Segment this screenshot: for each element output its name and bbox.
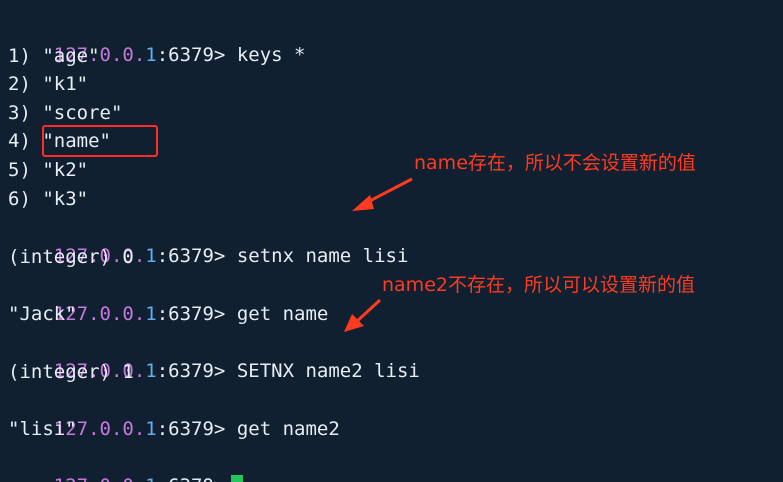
prompt-ip: 127.0.0. [54, 475, 146, 482]
terminal-line: 127.0.0.1:6379> [8, 444, 244, 482]
output-line: "lisi" [8, 418, 77, 440]
prompt-port: :6379> [156, 303, 226, 325]
terminal-line: 127.0.0.1:6379> get name2 [8, 387, 340, 440]
prompt-ip-last: 1 [145, 418, 157, 440]
terminal-line: 127.0.0.1:6379> keys * [8, 13, 306, 66]
output-line: (integer) 1 [8, 361, 134, 383]
command-text: get name2 [236, 418, 340, 440]
annotation-note-2: name2不存在，所以可以设置新的值 [382, 274, 695, 296]
arrow-icon [352, 177, 413, 211]
prompt-ip-last: 1 [145, 44, 157, 66]
output-line: 3) "score" [8, 102, 123, 124]
command-text: setnx name lisi [236, 245, 409, 267]
terminal-cursor[interactable] [231, 474, 244, 482]
prompt-port: :6379> [156, 44, 226, 66]
terminal-window[interactable]: 127.0.0.1:6379> keys * 1) "age" 2) "k1" … [0, 0, 783, 482]
output-line: "Jack" [8, 303, 77, 325]
highlight-box [42, 125, 158, 157]
prompt-port: :6379> [157, 475, 226, 482]
output-line: (integer) 0 [8, 246, 134, 268]
arrow-icon [344, 298, 382, 332]
output-line: 2) "k1" [8, 73, 89, 95]
prompt-ip-last: 1 [145, 360, 157, 382]
output-line: 5) "k2" [8, 159, 89, 181]
prompt-ip-last: 1 [145, 245, 157, 267]
command-text: get name [236, 303, 329, 325]
output-line: 6) "k3" [8, 188, 89, 210]
annotation-note-1: name存在，所以不会设置新的值 [414, 152, 696, 174]
terminal-line: 127.0.0.1:6379> get name [8, 272, 329, 325]
command-text: SETNX name2 lisi [236, 360, 420, 382]
prompt-ip-last: 1 [145, 303, 157, 325]
terminal-line: 127.0.0.1:6379> setnx name lisi [8, 214, 409, 267]
prompt-port: :6379> [156, 360, 226, 382]
command-text: keys * [236, 44, 306, 66]
prompt-port: :6379> [156, 418, 226, 440]
output-line: 1) "age" [8, 45, 100, 67]
prompt-port: :6379> [156, 245, 226, 267]
prompt-ip-last: 1 [145, 475, 156, 482]
